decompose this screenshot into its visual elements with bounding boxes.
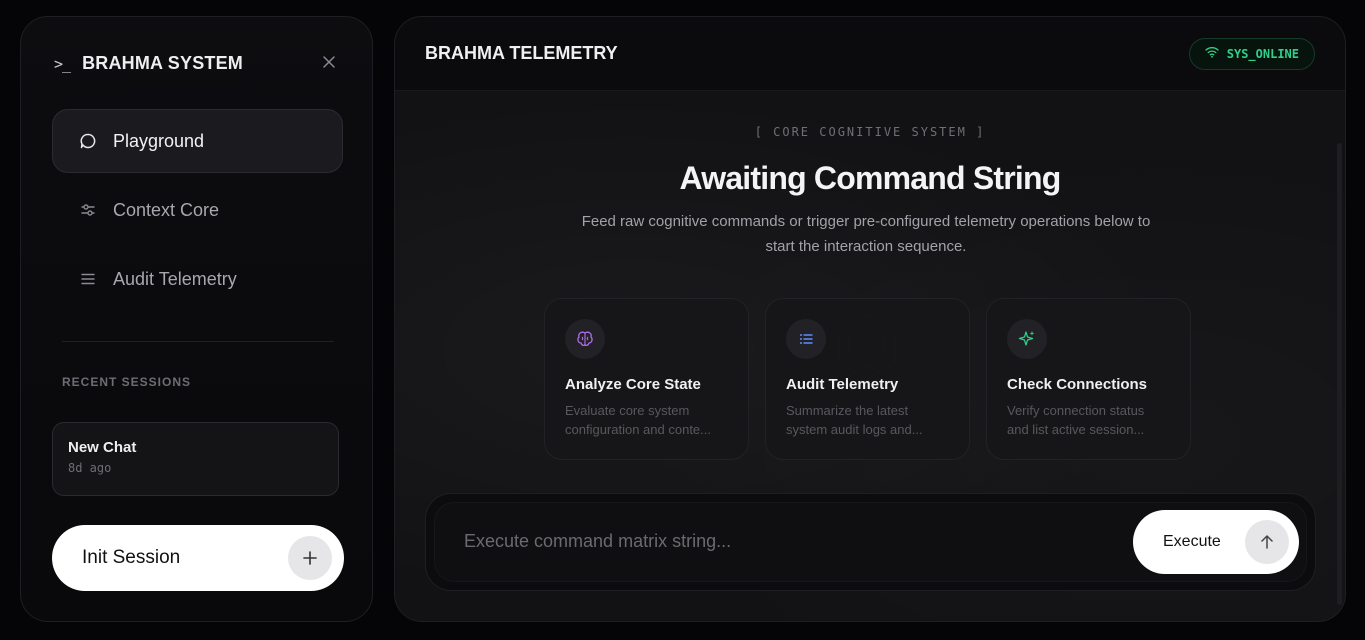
sidebar-item-label: Audit Telemetry <box>113 268 237 289</box>
init-session-label: Init Session <box>82 547 181 568</box>
chat-bubble-icon <box>79 132 97 150</box>
section-eyebrow: [ CORE COGNITIVE SYSTEM ] <box>754 125 986 139</box>
sidebar-item-playground[interactable]: Playground <box>52 109 343 173</box>
command-input[interactable] <box>464 526 1064 556</box>
session-timestamp: 8d ago <box>68 461 112 475</box>
card-description: Evaluate core system configuration and c… <box>565 401 730 439</box>
scrollbar[interactable] <box>1337 143 1342 605</box>
status-text: SYS_ONLINE <box>1226 47 1299 61</box>
card-description: Verify connection status and list active… <box>1007 401 1172 439</box>
hero-subtitle: Feed raw cognitive commands or trigger p… <box>540 209 1192 259</box>
hero-headline: Awaiting Command String <box>679 160 1061 196</box>
sidebar-item-label: Playground <box>113 130 205 151</box>
sparkle-icon <box>1007 319 1047 359</box>
close-icon[interactable] <box>322 55 336 69</box>
divider <box>62 341 334 342</box>
sidebar-nav: Playground Context Core Audit Telemetry <box>52 109 343 316</box>
card-description: Summarize the latest system audit logs a… <box>786 401 951 439</box>
main-panel: BRAHMA TELEMETRY SYS_ONLINE [ CORE COGNI… <box>394 16 1346 622</box>
card-description-line: configuration and conte... <box>565 422 711 437</box>
card-description-line: Summarize the latest <box>786 403 909 418</box>
card-description-line: system audit logs and... <box>786 422 923 437</box>
brain-icon <box>565 319 605 359</box>
action-card-analyze-core-state[interactable]: Analyze Core State Evaluate core system … <box>544 298 749 460</box>
quick-actions: Analyze Core State Evaluate core system … <box>544 298 1207 460</box>
sidebar-item-context-core[interactable]: Context Core <box>52 178 343 242</box>
sidebar-item-label: Context Core <box>113 199 220 220</box>
card-title: Check Connections <box>1007 376 1148 393</box>
sidebar-item-audit-telemetry[interactable]: Audit Telemetry <box>52 247 343 311</box>
recent-sessions-label: RECENT SESSIONS <box>62 375 192 389</box>
session-item[interactable]: New Chat 8d ago <box>52 422 339 496</box>
terminal-icon: >_ <box>54 54 71 73</box>
card-title: Analyze Core State <box>565 376 701 393</box>
card-title: Audit Telemetry <box>786 376 899 393</box>
card-description-line: Evaluate core system <box>565 403 690 418</box>
list-icon <box>786 319 826 359</box>
page-title: BRAHMA TELEMETRY <box>425 43 618 63</box>
list-icon <box>79 270 97 288</box>
session-title: New Chat <box>68 439 137 456</box>
card-description-line: and list active session... <box>1007 422 1145 437</box>
status-badge: SYS_ONLINE <box>1188 38 1315 70</box>
arrow-up-icon <box>1245 520 1289 564</box>
plus-icon <box>288 536 332 580</box>
main-header: BRAHMA TELEMETRY SYS_ONLINE <box>395 17 1345 91</box>
action-card-check-connections[interactable]: Check Connections Verify connection stat… <box>986 298 1191 460</box>
hero-subtitle-line: start the interaction sequence. <box>765 238 967 255</box>
brand-title: BRAHMA SYSTEM <box>82 53 243 73</box>
wifi-icon <box>1205 45 1219 63</box>
hero-subtitle-line: Feed raw cognitive commands or trigger p… <box>581 213 1151 230</box>
brand: >_ BRAHMA SYSTEM <box>54 53 243 74</box>
sliders-icon <box>79 201 97 219</box>
execute-label: Execute <box>1163 533 1221 550</box>
sidebar: >_ BRAHMA SYSTEM Playground Context Core… <box>20 16 373 622</box>
execute-button[interactable]: Execute <box>1133 510 1299 574</box>
command-composer: Execute <box>425 493 1316 591</box>
action-card-audit-telemetry[interactable]: Audit Telemetry Summarize the latest sys… <box>765 298 970 460</box>
card-description-line: Verify connection status <box>1007 403 1145 418</box>
init-session-button[interactable]: Init Session <box>52 525 344 591</box>
